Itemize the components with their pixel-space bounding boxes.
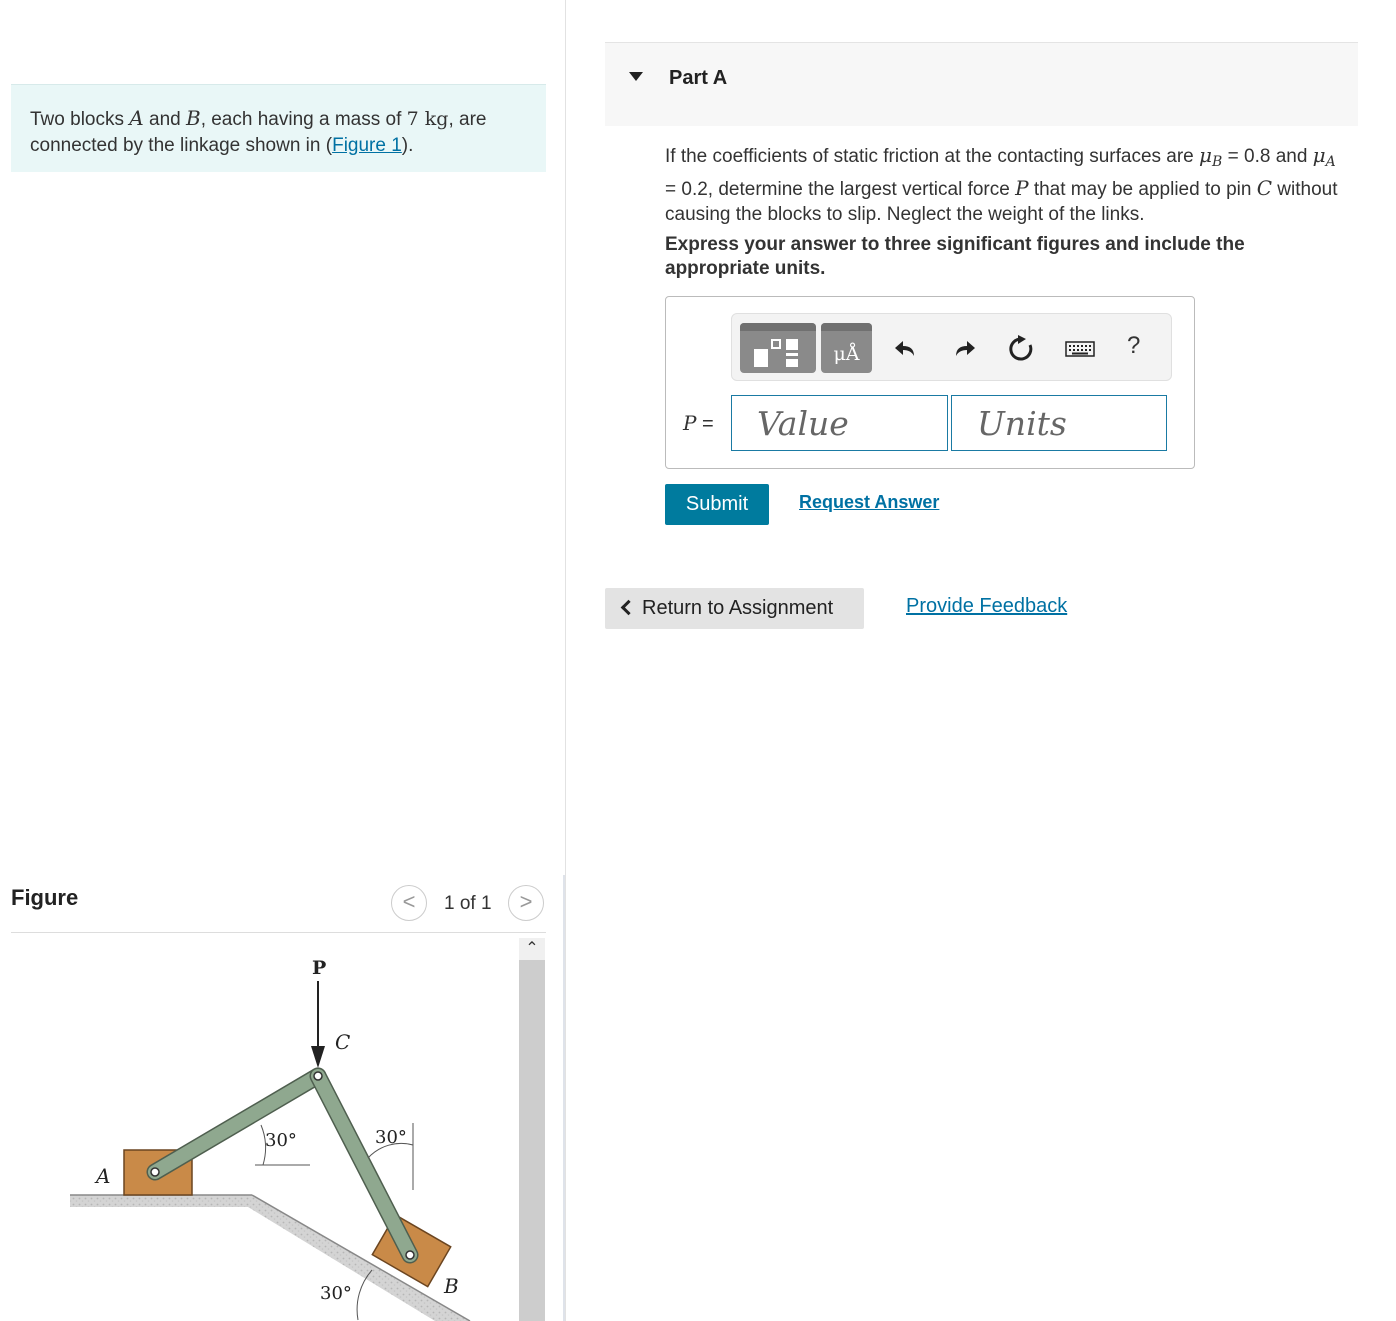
problem-text-2: and [143,109,186,130]
block-a-var: A [129,106,144,130]
column-divider [565,0,566,1321]
mass-value: 7 kg [406,108,449,130]
answer-instructions: Express your answer to three significant… [665,234,1245,279]
pin-var: C [1256,175,1273,200]
mu-a-value: = 0.2, determine the largest vertical fo… [665,178,1016,200]
units-input[interactable] [951,395,1167,451]
reset-icon[interactable] [1006,334,1036,364]
label-angle-incline: 30° [320,1283,352,1304]
mu-a-subscript: A [1325,154,1336,170]
keyboard-icon[interactable] [1064,334,1096,364]
mu-b-subscript: B [1212,154,1223,170]
label-block-b: B [443,1274,459,1298]
return-label: Return to Assignment [642,597,834,619]
mu-b-value: = 0.8 and [1222,146,1313,167]
mu-b-symbol: μ [1199,143,1213,167]
math-toolbar: μÅ ? [731,313,1172,381]
chevron-left-icon [620,599,637,616]
figure-scroll-up-button[interactable]: ⌃ [519,938,545,960]
problem-text-5: ). [401,135,414,156]
figure-title: Figure [11,885,79,910]
answer-box: μÅ ? P = [665,296,1195,469]
block-b-var: B [185,106,201,130]
problem-text-3: , each having a mass of [200,109,407,130]
problem-statement: Two blocks A and B, each having a mass o… [11,84,546,172]
help-icon[interactable]: ? [1127,332,1140,360]
figure-link[interactable]: Figure 1 [332,135,402,156]
request-answer-link[interactable]: Request Answer [799,492,939,513]
answer-label-eq: = [696,413,714,435]
submit-button[interactable]: Submit [665,484,769,525]
label-angle-cb: 30° [375,1127,407,1148]
ground-flat [70,1195,270,1207]
part-a-header[interactable]: Part A [605,42,1358,126]
pin-c [313,1071,323,1081]
problem-text-1: Two blocks [30,109,130,130]
figure-counter: 1 of 1 [444,893,492,914]
pin-b [405,1250,415,1260]
figure-divider [11,932,546,933]
value-input[interactable] [731,395,948,451]
question-text: If the coefficients of static friction a… [665,143,1345,228]
return-to-assignment-button[interactable]: Return to Assignment [605,588,864,629]
undo-icon[interactable] [892,334,922,364]
part-title: Part A [669,67,728,89]
redo-icon[interactable] [950,334,980,364]
label-pin-c: C [335,1030,350,1054]
question-text-1: If the coefficients of static friction a… [665,146,1200,167]
label-force-p: P [312,957,326,979]
label-angle-ac: 30° [265,1130,297,1151]
answer-label-var: P [683,411,697,435]
collapse-caret-icon[interactable] [629,72,643,81]
figure-prev-button[interactable]: < [391,885,427,921]
question-text-2: that may be applied to pin [1028,178,1257,200]
mu-a-symbol: μ [1312,143,1326,167]
answer-label: P = [683,411,714,436]
pin-a [150,1167,160,1177]
force-var: P [1015,175,1029,200]
figure-scrollbar-thumb[interactable] [519,960,545,1321]
units-button[interactable]: μÅ [821,323,872,373]
units-icon: μÅ [833,343,860,365]
panel-resize-handle[interactable] [563,875,565,1321]
figure-next-button[interactable]: > [508,885,544,921]
label-block-a: A [94,1164,110,1188]
linkage-figure: P C A B 30° 30° 30° [70,957,471,1321]
provide-feedback-link[interactable]: Provide Feedback [906,595,1067,618]
templates-button[interactable] [740,323,816,373]
